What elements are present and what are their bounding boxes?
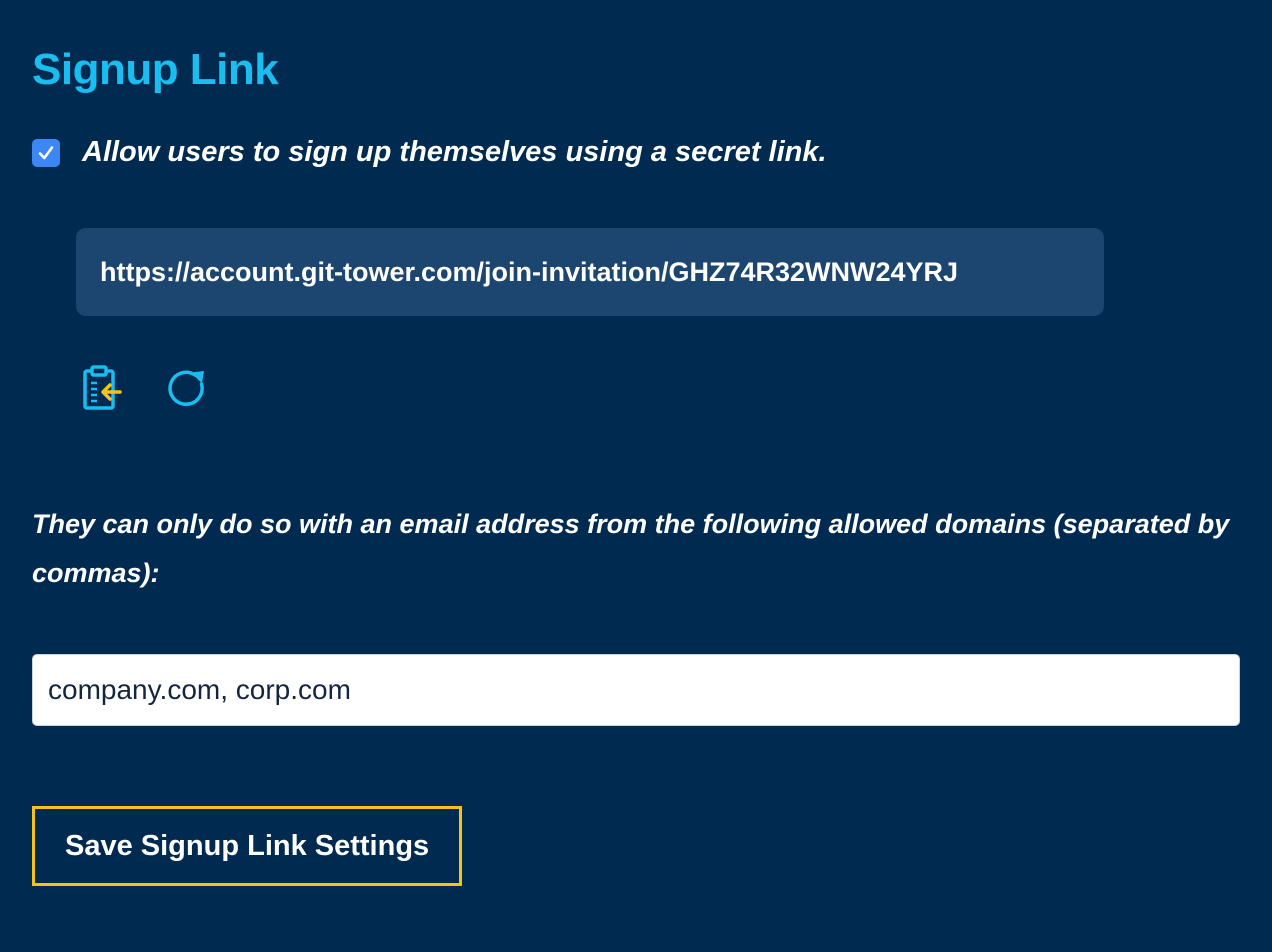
signup-link-field[interactable]: https://account.git-tower.com/join-invit…: [76, 228, 1104, 316]
section-title: Signup Link: [32, 45, 279, 94]
checkmark-icon: [38, 145, 54, 159]
allow-signup-row: Allow users to sign up themselves using …: [32, 136, 827, 169]
copy-link-button[interactable]: [78, 364, 126, 412]
clipboard-paste-icon: [83, 365, 122, 410]
refresh-icon: [168, 370, 204, 407]
regenerate-link-button[interactable]: [164, 364, 212, 412]
allowed-domains-input[interactable]: [32, 654, 1240, 726]
allow-signup-checkbox[interactable]: [32, 138, 60, 167]
allowed-domains-label: They can only do so with an email addres…: [32, 509, 1230, 588]
allow-signup-label[interactable]: Allow users to sign up themselves using …: [82, 136, 827, 169]
save-signup-settings-button[interactable]: Save Signup Link Settings: [32, 806, 463, 886]
